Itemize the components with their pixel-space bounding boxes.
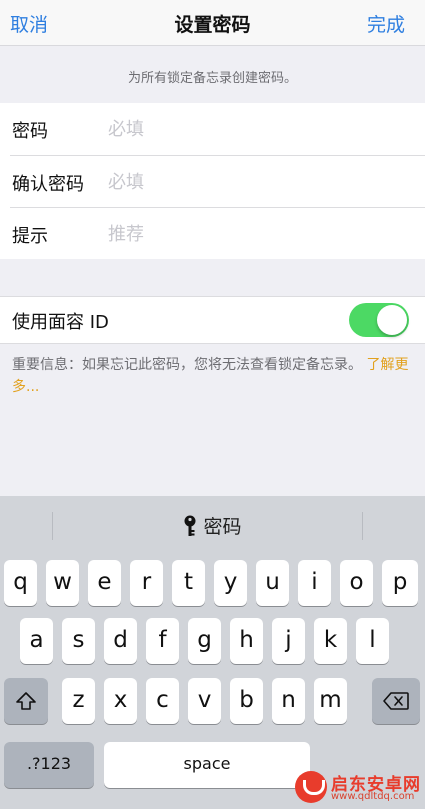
key-m[interactable]: m: [314, 678, 347, 724]
key-f[interactable]: f: [146, 618, 179, 664]
face-id-toggle[interactable]: [349, 303, 409, 337]
key-g[interactable]: g: [188, 618, 221, 664]
key-q[interactable]: q: [4, 560, 37, 606]
key-h[interactable]: h: [230, 618, 263, 664]
password-row: 密码: [0, 103, 425, 155]
keyboard: 密码 q w e r t y u i o p a s d f g h j k l…: [0, 496, 425, 809]
watermark-url: www.qdltdq.com: [331, 791, 415, 802]
key-x[interactable]: x: [104, 678, 137, 724]
key-n[interactable]: n: [272, 678, 305, 724]
key-s[interactable]: s: [62, 618, 95, 664]
space-key[interactable]: space: [104, 742, 310, 788]
watermark-logo-icon: [295, 771, 327, 803]
hint-label: 提示: [12, 226, 48, 247]
done-button[interactable]: 完成: [367, 10, 405, 37]
key-w[interactable]: w: [46, 560, 79, 606]
confirm-password-label: 确认密码: [12, 174, 84, 195]
page-title: 设置密码: [174, 14, 251, 36]
face-id-row: 使用面容 ID: [0, 296, 425, 344]
backspace-icon: [383, 691, 409, 710]
key-o[interactable]: o: [340, 560, 373, 606]
key-r[interactable]: r: [130, 560, 163, 606]
key-b[interactable]: b: [230, 678, 263, 724]
confirm-password-input[interactable]: [108, 167, 408, 197]
key-i[interactable]: i: [298, 560, 331, 606]
key-c[interactable]: c: [146, 678, 179, 724]
hint-input[interactable]: [108, 219, 408, 249]
hint-row: 提示: [0, 208, 425, 260]
key-l[interactable]: l: [356, 618, 389, 664]
divider: [362, 512, 363, 540]
notice-text: 重要信息：如果忘记此密码，您将无法查看锁定备忘录。: [12, 357, 362, 373]
suggestion-bar: 密码: [0, 496, 425, 554]
key-d[interactable]: d: [104, 618, 137, 664]
password-label: 密码: [12, 121, 48, 142]
key-p[interactable]: p: [382, 560, 418, 606]
instruction-text: 为所有锁定备忘录创建密码。: [127, 71, 297, 86]
key-e[interactable]: e: [88, 560, 121, 606]
confirm-password-row: 确认密码: [0, 156, 425, 208]
toggle-knob: [377, 305, 407, 335]
key-j[interactable]: j: [272, 618, 305, 664]
shift-key[interactable]: [4, 678, 48, 724]
watermark: 启东安卓网 www.qdltdq.com: [295, 767, 421, 807]
password-form: 密码 确认密码 提示: [0, 103, 425, 259]
shift-icon: [16, 691, 36, 710]
key-v[interactable]: v: [188, 678, 221, 724]
key-a[interactable]: a: [20, 618, 53, 664]
delete-key[interactable]: [372, 678, 420, 724]
key-u[interactable]: u: [256, 560, 289, 606]
password-input[interactable]: [108, 114, 408, 144]
face-id-label: 使用面容 ID: [12, 312, 109, 333]
suggestion-label: 密码: [203, 516, 242, 538]
key-icon: [184, 515, 196, 536]
key-t[interactable]: t: [172, 560, 205, 606]
navigation-bar: 取消 设置密码 完成: [0, 0, 425, 46]
numbers-key[interactable]: .?123: [4, 742, 94, 788]
key-k[interactable]: k: [314, 618, 347, 664]
important-notice: 重要信息：如果忘记此密码，您将无法查看锁定备忘录。 了解更多...: [12, 354, 412, 398]
key-y[interactable]: y: [214, 560, 247, 606]
key-z[interactable]: z: [62, 678, 95, 724]
